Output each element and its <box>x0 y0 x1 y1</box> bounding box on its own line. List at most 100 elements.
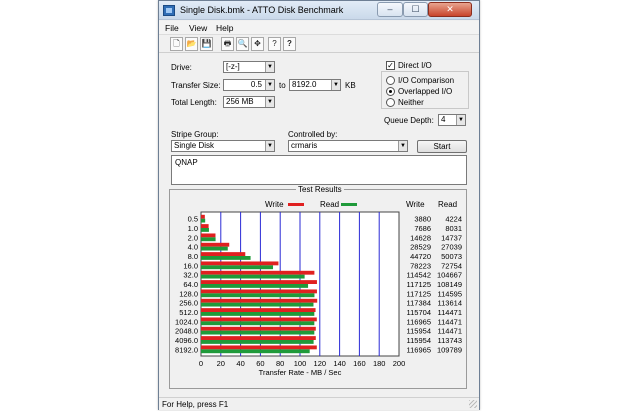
read-bar <box>201 274 305 279</box>
write-bar <box>201 233 216 238</box>
read-value-label: 114471 <box>438 308 462 317</box>
x-tick-label: 60 <box>256 359 264 368</box>
stripe-group-select[interactable]: Single Disk ▼ <box>171 140 275 152</box>
controlled-by-label: Controlled by: <box>288 130 338 139</box>
chevron-down-icon: ▼ <box>331 80 340 90</box>
move-icon[interactable]: ✥ <box>251 37 264 51</box>
read-value-label: 114595 <box>438 289 462 298</box>
direct-io-checkbox[interactable]: ✓ <box>386 61 395 70</box>
drive-label: Drive: <box>171 63 192 72</box>
x-tick-label: 140 <box>333 359 346 368</box>
write-value-label: 117125 <box>407 289 431 298</box>
category-label: 0.5 <box>188 215 198 224</box>
chevron-down-icon: ▼ <box>456 115 465 125</box>
write-bar <box>201 289 317 294</box>
menu-file[interactable]: File <box>165 23 179 33</box>
read-bar <box>201 340 314 344</box>
read-bar <box>201 293 315 298</box>
start-button[interactable]: Start <box>417 140 467 153</box>
legend-write-label: Write <box>265 200 284 209</box>
direct-io-label: Direct I/O <box>398 61 432 70</box>
controlled-by-select[interactable]: crmaris ▼ <box>288 140 408 152</box>
chevron-down-icon: ▼ <box>398 141 407 151</box>
read-bar <box>201 228 209 232</box>
overlapped-io-radio[interactable] <box>386 87 395 96</box>
read-bar <box>201 312 315 316</box>
read-value-label: 8031 <box>445 224 462 233</box>
app-icon <box>163 5 175 16</box>
transfer-size-to-select[interactable]: 8192.0 ▼ <box>289 79 341 91</box>
legend-read-label: Read <box>320 200 339 209</box>
print-preview-icon[interactable]: 🔍 <box>236 37 249 51</box>
transfer-size-from-select[interactable]: 0.5 ▼ <box>223 79 275 91</box>
category-label: 512.0 <box>179 308 198 317</box>
write-bar <box>201 214 205 219</box>
read-bar <box>201 321 315 326</box>
neither-label: Neither <box>398 98 424 107</box>
read-bar <box>201 284 309 288</box>
queue-depth-select[interactable]: 4 ▼ <box>438 114 466 126</box>
legend-write-swatch <box>288 203 304 206</box>
write-value-label: 115954 <box>407 336 431 345</box>
transfer-size-label: Transfer Size: <box>171 81 221 90</box>
queue-depth-label: Queue Depth: <box>384 116 434 125</box>
resize-grip-icon[interactable] <box>469 400 477 408</box>
read-value-label: 108149 <box>437 280 462 289</box>
write-bar <box>201 326 316 331</box>
print-icon[interactable]: 🖶 <box>221 37 234 51</box>
x-tick-label: 40 <box>236 359 244 368</box>
read-value-label: 4224 <box>445 215 462 224</box>
write-value-label: 117384 <box>407 299 431 308</box>
read-bar <box>201 246 228 251</box>
chevron-down-icon: ▼ <box>265 141 274 151</box>
write-value-label: 117125 <box>407 280 431 289</box>
category-label: 8192.0 <box>175 345 198 354</box>
context-help-icon[interactable]: ? <box>283 37 296 51</box>
window-title: Single Disk.bmk - ATTO Disk Benchmark <box>180 5 344 15</box>
write-bar <box>201 345 317 350</box>
read-bar <box>201 218 206 223</box>
write-bar <box>201 224 209 228</box>
open-icon[interactable]: 📂 <box>185 37 198 51</box>
write-value-label: 3880 <box>414 215 431 224</box>
toolbar: 🗋 📂 💾 🖶 🔍 ✥ ? ? <box>159 36 479 53</box>
maximize-button[interactable]: ☐ <box>403 2 428 17</box>
x-tick-label: 100 <box>294 359 307 368</box>
x-tick-label: 0 <box>199 359 203 368</box>
write-bar <box>201 270 315 275</box>
x-tick-label: 80 <box>276 359 284 368</box>
chevron-down-icon: ▼ <box>265 97 274 107</box>
category-label: 8.0 <box>188 252 198 261</box>
x-tick-label: 160 <box>353 359 366 368</box>
read-bar <box>201 237 216 242</box>
write-value-label: 115704 <box>407 308 431 317</box>
notes-textarea[interactable]: QNAP <box>171 155 467 185</box>
io-comparison-label: I/O Comparison <box>398 76 455 85</box>
transfer-unit-label: KB <box>345 81 356 90</box>
x-tick-label: 20 <box>217 359 225 368</box>
new-icon[interactable]: 🗋 <box>170 37 183 51</box>
menu-view[interactable]: View <box>189 23 207 33</box>
category-label: 32.0 <box>183 271 198 280</box>
drive-select[interactable]: [-z-] ▼ <box>223 61 275 73</box>
x-axis-label: Transfer Rate - MB / Sec <box>259 368 342 377</box>
write-value-label: 44720 <box>410 252 431 261</box>
x-tick-label: 200 <box>393 359 406 368</box>
neither-radio[interactable] <box>386 98 395 107</box>
write-bar <box>201 308 316 312</box>
total-length-select[interactable]: 256 MB ▼ <box>223 96 275 108</box>
write-value-label: 28529 <box>410 243 431 252</box>
help-icon[interactable]: ? <box>268 37 281 51</box>
title-bar[interactable]: Single Disk.bmk - ATTO Disk Benchmark – … <box>159 1 479 20</box>
read-bar <box>201 256 251 260</box>
read-bar <box>201 349 310 354</box>
io-comparison-radio[interactable] <box>386 76 395 85</box>
menu-help[interactable]: Help <box>216 23 233 33</box>
minimize-button[interactable]: – <box>377 2 403 17</box>
save-icon[interactable]: 💾 <box>200 37 213 51</box>
write-bar <box>201 317 317 322</box>
close-button[interactable]: ✕ <box>428 2 472 17</box>
category-label: 16.0 <box>183 261 198 270</box>
read-bar <box>201 330 315 335</box>
read-value-label: 14737 <box>441 233 462 242</box>
